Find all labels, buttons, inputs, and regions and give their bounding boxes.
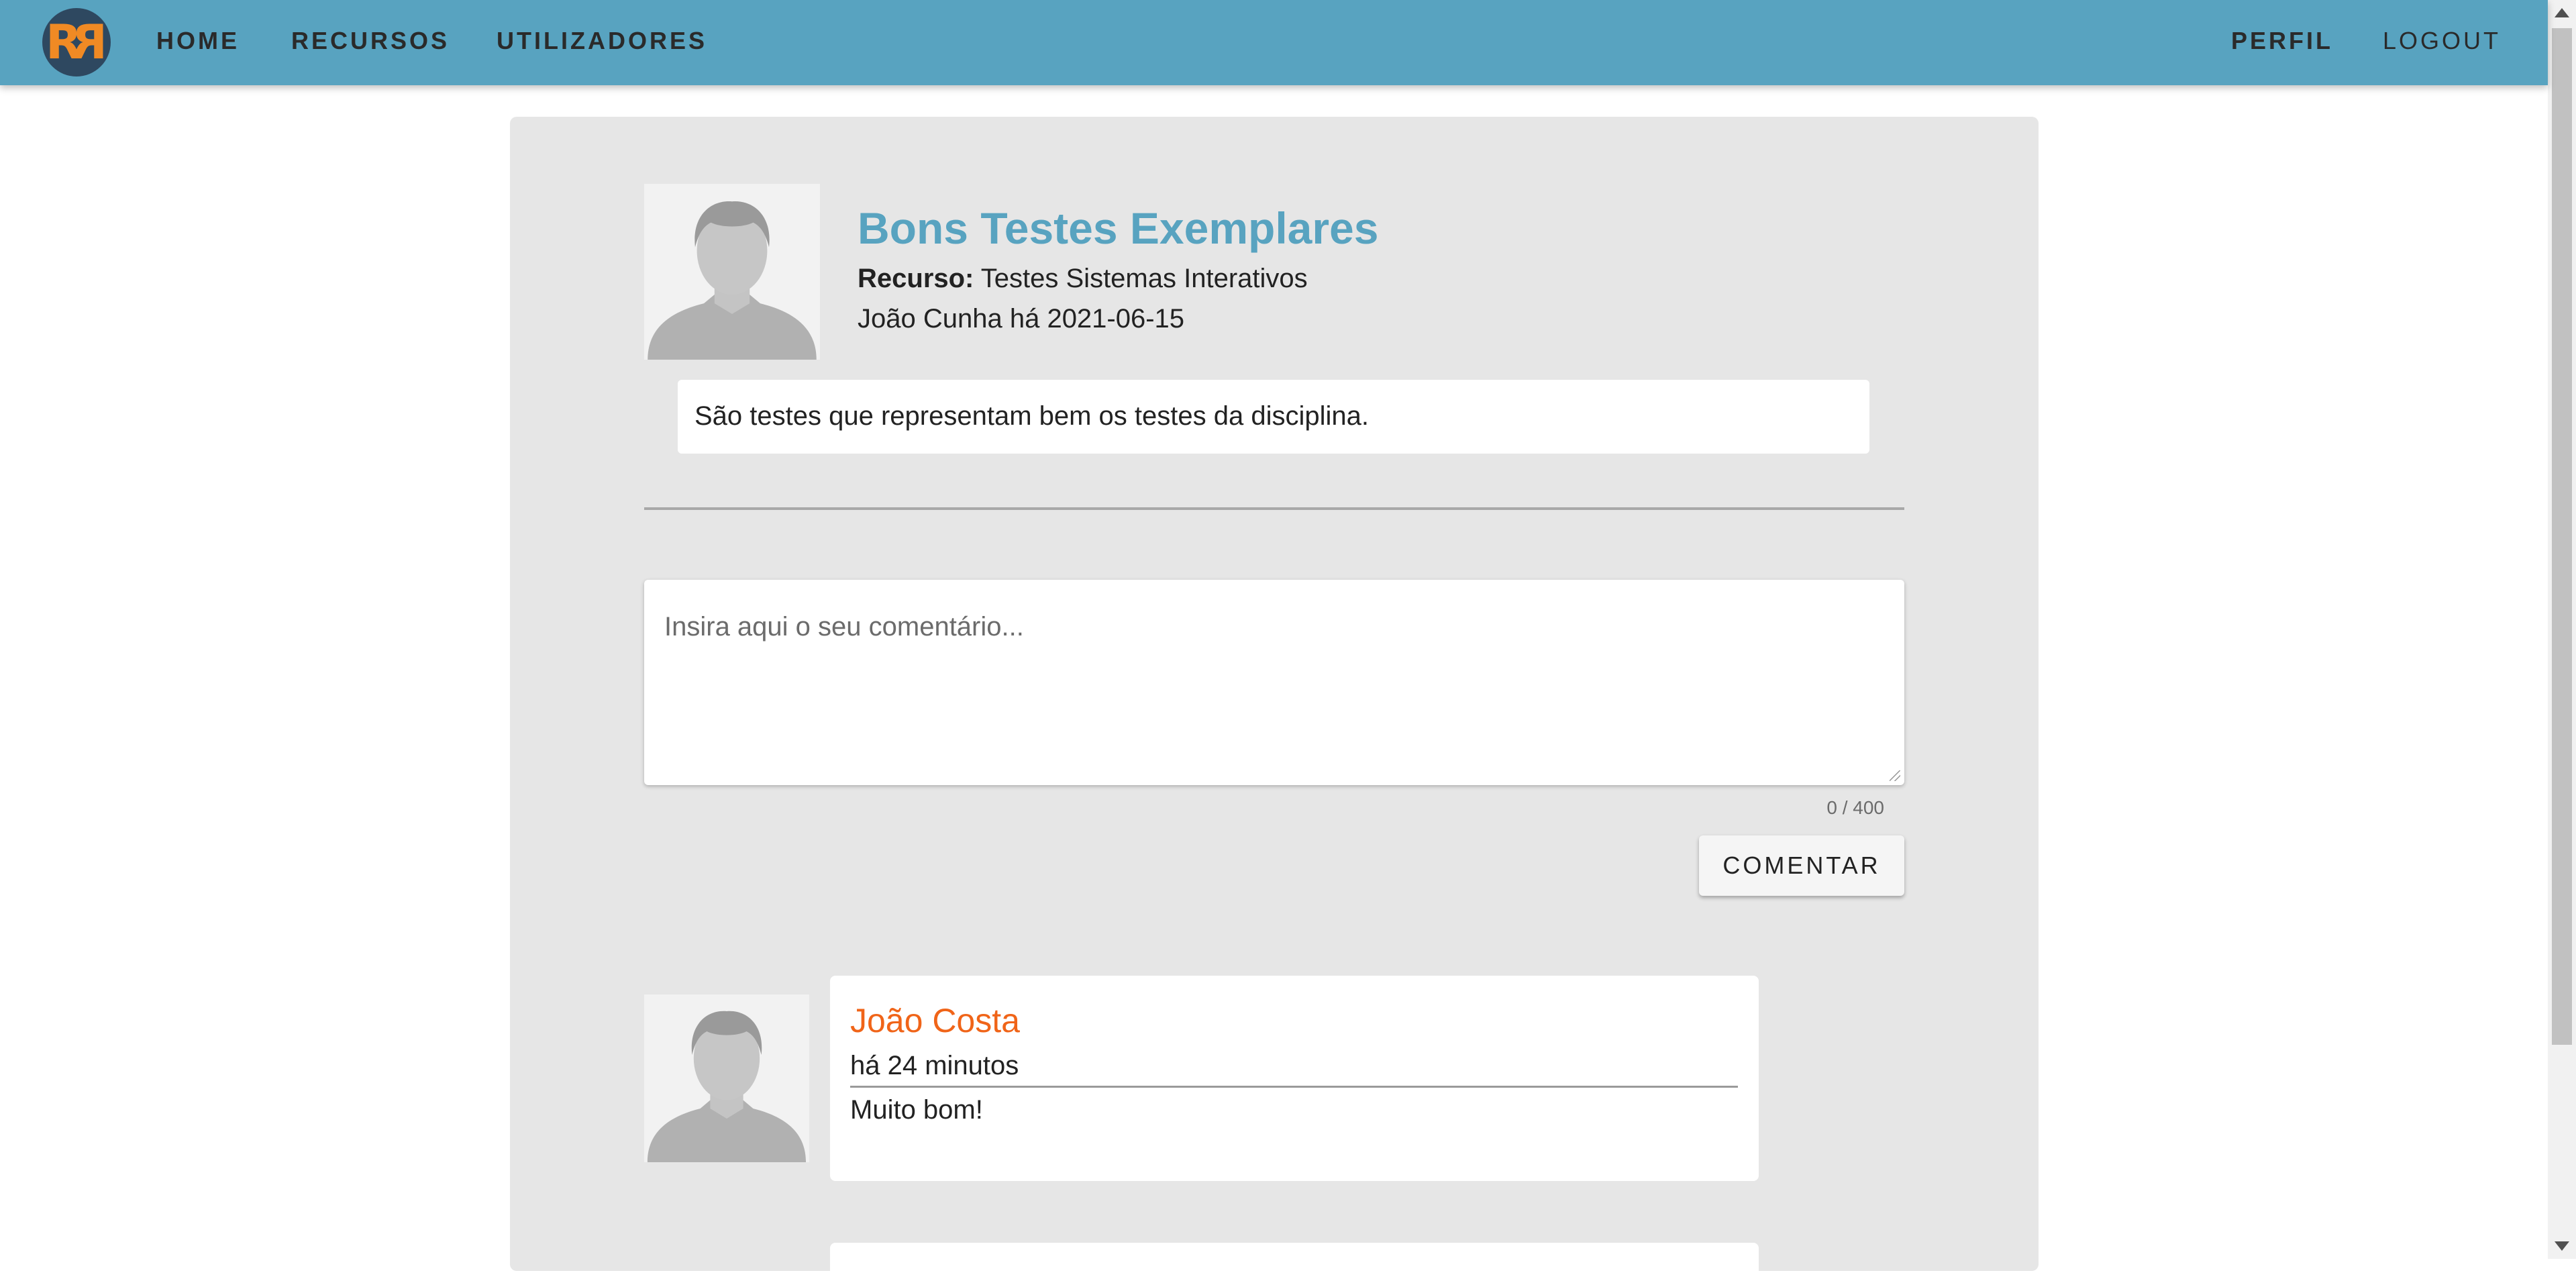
post-resource-name[interactable]: Testes Sistemas Interativos	[981, 264, 1308, 293]
scrollbar-thumb[interactable]	[2552, 28, 2572, 1045]
post-resource-line: Recurso: Testes Sistemas Interativos	[858, 264, 1308, 294]
nav-recursos-link[interactable]: RECURSOS	[291, 27, 450, 55]
post-author-avatar-icon	[644, 184, 820, 360]
comment-author-name[interactable]: João Costa	[850, 1001, 1020, 1040]
scroll-up-arrow-icon[interactable]	[2555, 8, 2569, 17]
nav-utilizadores-link[interactable]: UTILIZADORES	[497, 27, 707, 55]
post-resource-label: Recurso:	[858, 264, 974, 293]
post-body-text: São testes que representam bem os testes…	[678, 380, 1869, 454]
comment-text: Muito bom!	[850, 1095, 983, 1125]
comment-divider	[850, 1086, 1738, 1088]
section-divider	[644, 507, 1904, 510]
nav-logout-link[interactable]: LOGOUT	[2383, 27, 2501, 55]
post-title: Bons Testes Exemplares	[858, 203, 1379, 253]
nav-home-link[interactable]: HOME	[156, 27, 240, 55]
logo-letter-left: R	[46, 15, 82, 70]
scroll-down-arrow-icon[interactable]	[2555, 1241, 2569, 1251]
app-logo[interactable]: RR	[42, 8, 111, 76]
post-author-date: João Cunha há 2021-06-15	[858, 304, 1185, 333]
comentar-button[interactable]: COMENTAR	[1699, 835, 1904, 896]
page-scrollbar[interactable]	[2548, 0, 2576, 1259]
comment-author-avatar-icon	[644, 994, 809, 1162]
comment-char-counter: 0 / 400	[1826, 797, 1884, 818]
nav-perfil-link[interactable]: PERFIL	[2231, 27, 2333, 55]
top-navbar: RR HOME RECURSOS UTILIZADORES PERFIL LOG…	[0, 0, 2548, 85]
logo-letter-right: R	[76, 15, 107, 70]
comment-box-partial	[830, 1243, 1759, 1283]
textarea-resize-grip-icon[interactable]	[1890, 770, 1900, 781]
comment-timestamp: há 24 minutos	[850, 1051, 1019, 1080]
comment-textarea[interactable]	[644, 580, 1904, 785]
